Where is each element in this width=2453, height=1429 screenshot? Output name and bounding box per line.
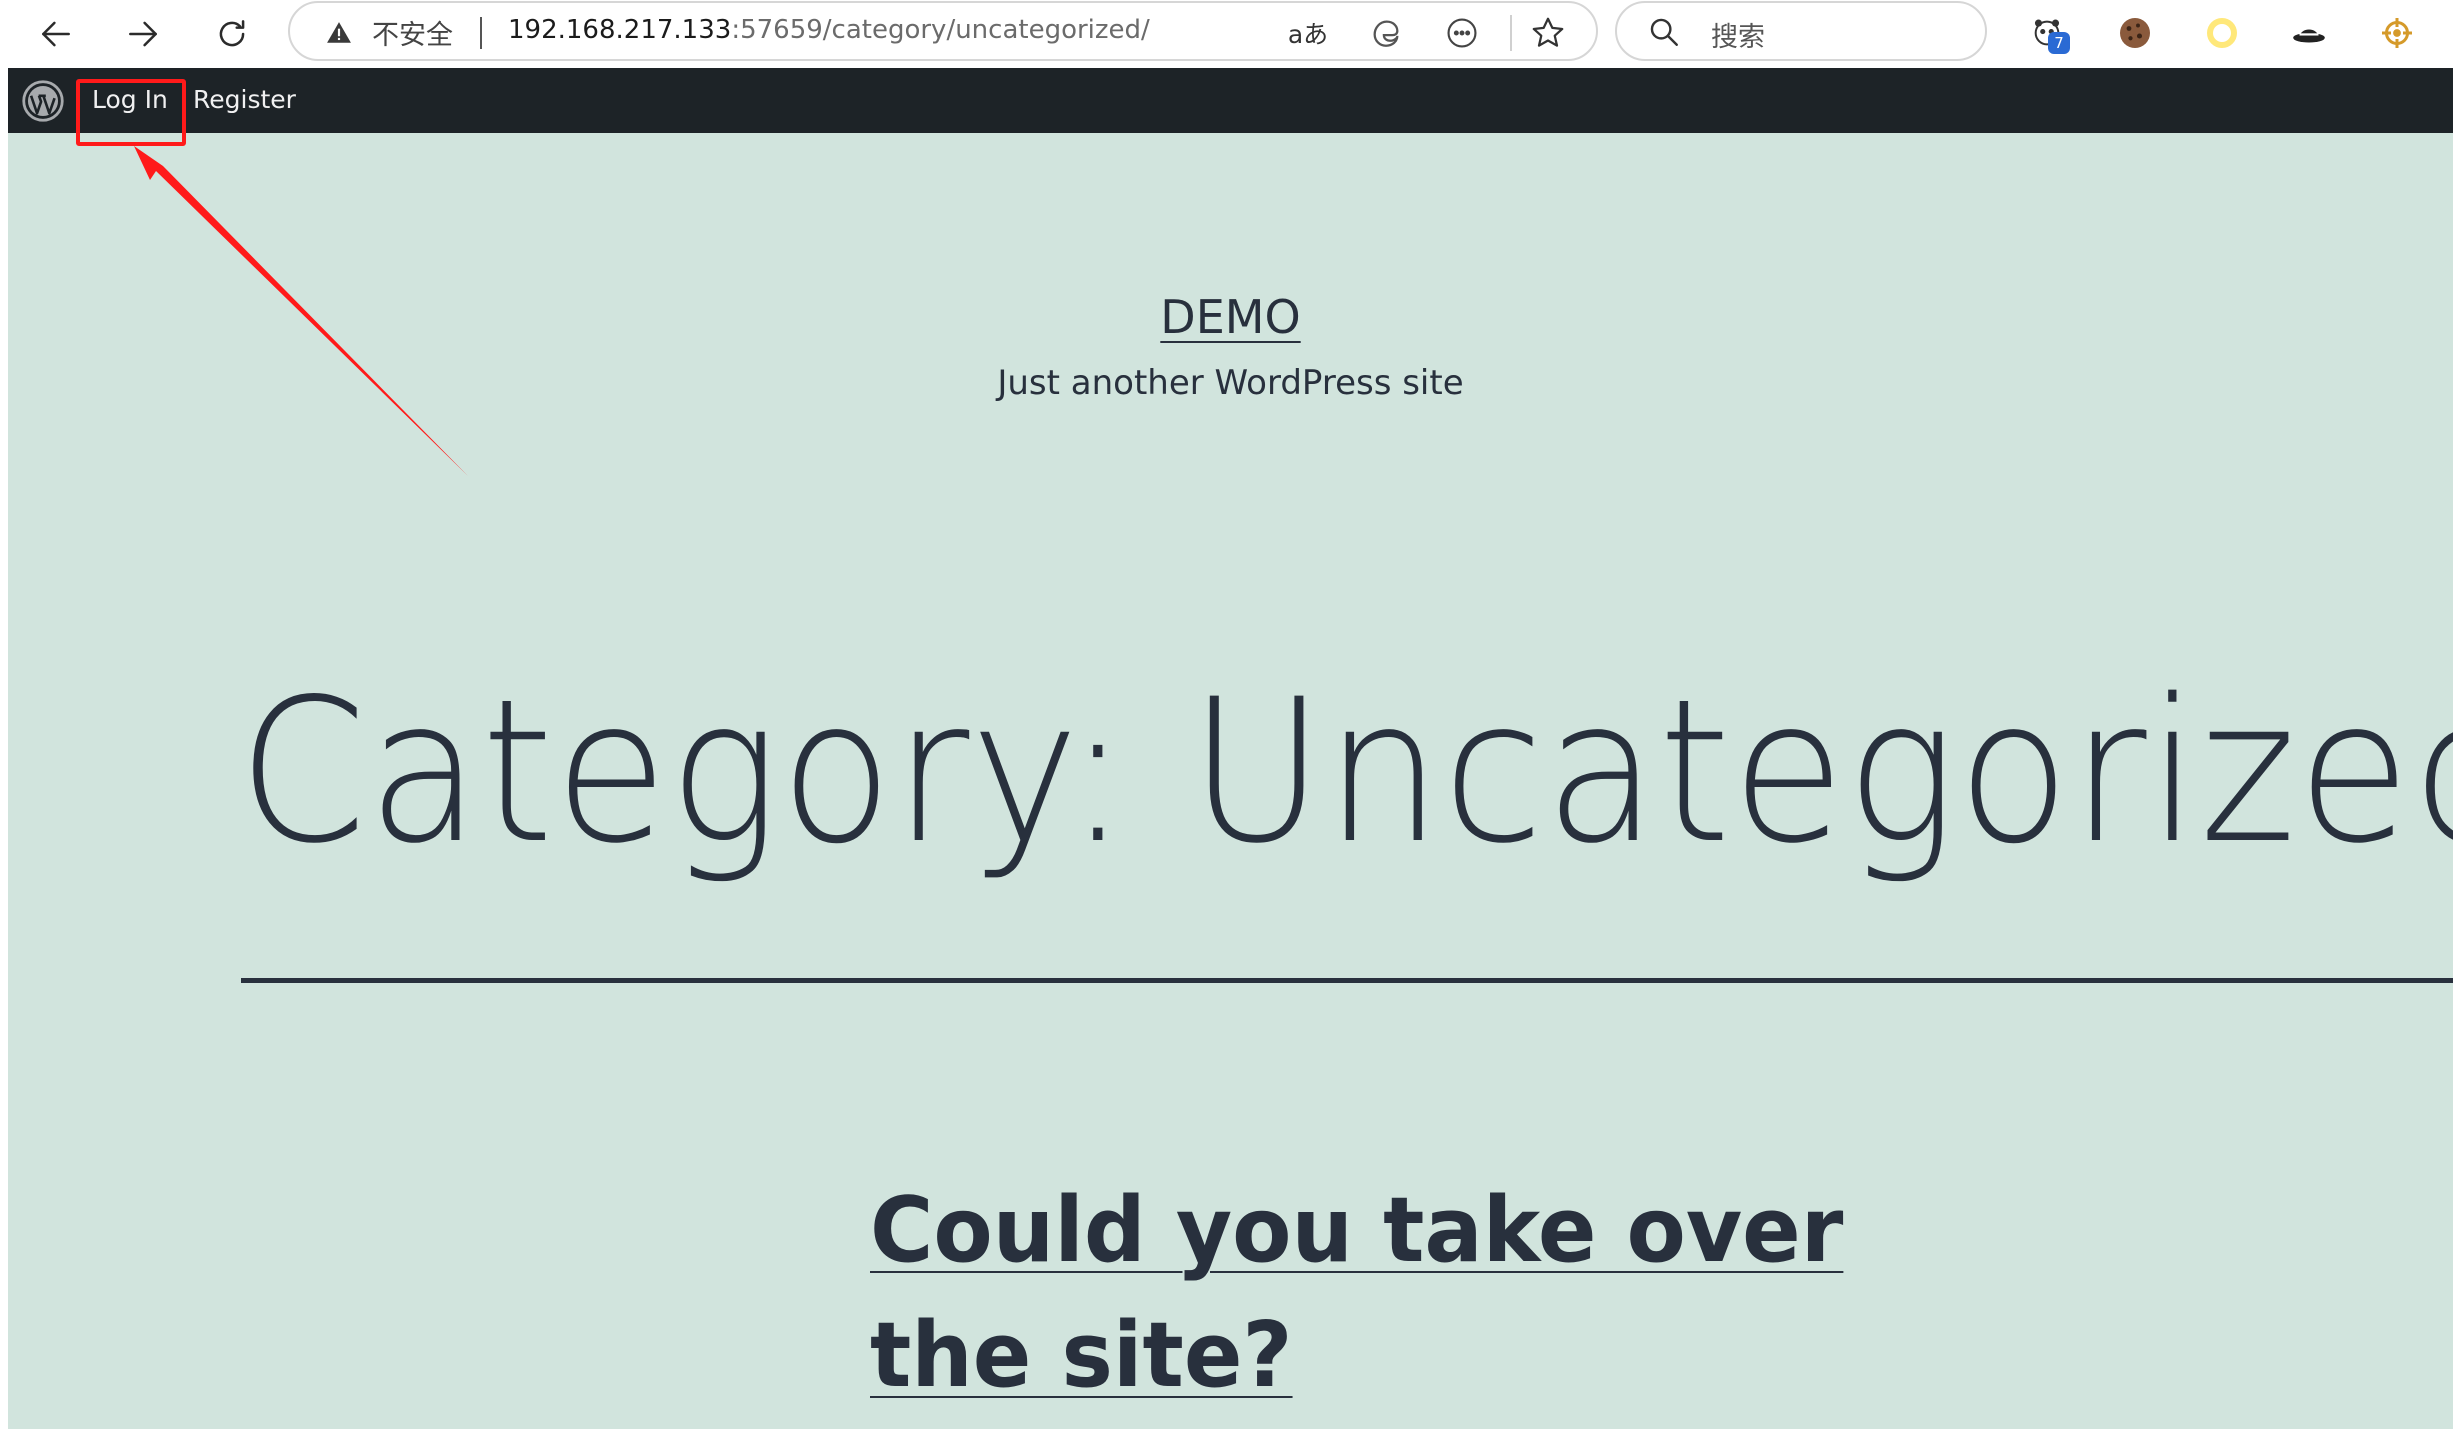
crosshair-icon <box>2382 18 2412 48</box>
wordpress-logo-icon[interactable] <box>22 80 64 122</box>
wp-admin-bar: Log In Register <box>8 68 2453 133</box>
site-title: DEMO <box>8 290 2453 344</box>
reading-view-button[interactable] <box>1440 11 1484 55</box>
archive-divider <box>241 978 2453 983</box>
register-link[interactable]: Register <box>193 85 296 114</box>
address-divider <box>480 17 482 49</box>
search-box[interactable]: 搜索 <box>1615 1 1987 61</box>
archive-title: Category: Uncategorized <box>238 656 2453 887</box>
star-icon <box>1532 17 1564 47</box>
extension-badge: 7 <box>2048 32 2070 54</box>
warning-icon <box>327 22 351 43</box>
post-title: Could you take over the site? <box>870 1168 1926 1418</box>
edge-icon <box>1373 20 1399 47</box>
cookie-icon <box>2120 18 2150 48</box>
translate-icon: aあ <box>1287 20 1329 49</box>
url-host: 192.168.217.133 <box>508 15 732 45</box>
ring-icon <box>2207 18 2237 48</box>
address-icon-divider <box>1510 15 1512 51</box>
search-icon <box>1650 18 1678 46</box>
extension-panda-button[interactable]: 7 <box>2024 10 2070 56</box>
refresh-icon <box>219 20 245 47</box>
security-status[interactable]: 不安全 <box>372 13 453 52</box>
extension-hat-button[interactable] <box>2286 10 2332 56</box>
search-placeholder: 搜索 <box>1711 22 1765 53</box>
extension-target-button[interactable] <box>2374 10 2420 56</box>
wordpress-page: Log In Register DEMO Just another WordPr… <box>8 68 2453 1429</box>
site-tagline: Just another WordPress site <box>997 363 1464 403</box>
extension-cookie-button[interactable] <box>2112 10 2158 56</box>
forward-button[interactable] <box>115 6 171 62</box>
arrow-left-icon <box>42 21 70 47</box>
address-bar[interactable]: 不安全 192.168.217.133:57659/category/uncat… <box>288 1 1598 61</box>
page-viewport: Log In Register DEMO Just another WordPr… <box>0 68 2453 1429</box>
url-text[interactable]: 192.168.217.133:57659/category/uncategor… <box>508 15 1150 45</box>
site-title-link[interactable]: DEMO <box>1160 290 1300 344</box>
browser-toolbar: 不安全 192.168.217.133:57659/category/uncat… <box>0 0 2453 68</box>
arrow-right-icon <box>129 21 157 47</box>
url-path: :57659/category/uncategorized/ <box>731 15 1150 45</box>
extension-ring-button[interactable] <box>2199 10 2245 56</box>
edge-button[interactable] <box>1364 11 1408 55</box>
reload-button[interactable] <box>204 6 260 62</box>
back-button[interactable] <box>28 6 84 62</box>
more-circle-icon <box>1447 18 1477 48</box>
hat-icon <box>2293 29 2325 43</box>
favorite-button[interactable] <box>1526 11 1570 55</box>
translate-button[interactable]: aあ <box>1286 11 1330 55</box>
post-title-link[interactable]: Could you take over the site? <box>870 1178 1843 1408</box>
annotation-highlight-box <box>76 79 186 146</box>
